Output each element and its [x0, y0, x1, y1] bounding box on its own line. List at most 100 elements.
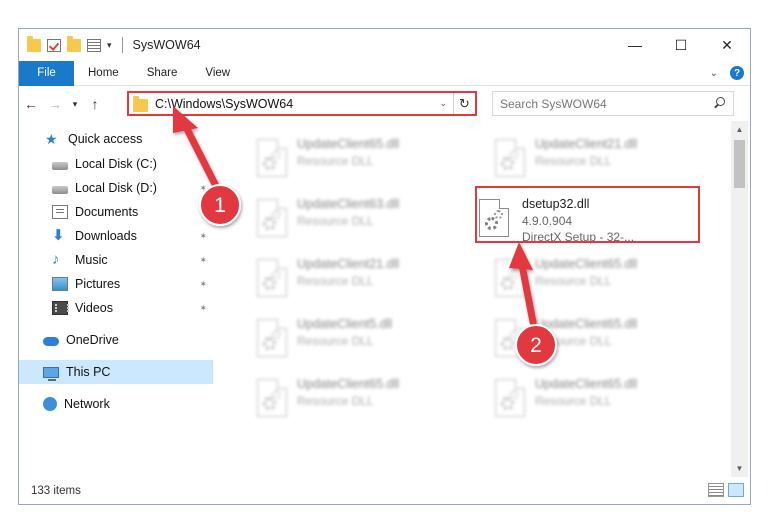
sidebar-item-videos[interactable]: Videos ✶ [19, 296, 213, 320]
sidebar-item-label: Quick access [68, 132, 143, 146]
pin-icon[interactable]: ✶ [199, 183, 207, 194]
tab-share[interactable]: Share [133, 61, 192, 86]
dll-file-icon [257, 259, 287, 297]
file-tile[interactable]: UpdateClient21.dll Resource DLL [231, 249, 461, 305]
dll-file-icon [495, 319, 525, 357]
file-tile[interactable]: UpdateClient65.dll Resource DLL [469, 249, 699, 305]
tiles-view-icon[interactable] [728, 483, 744, 497]
properties-check-icon[interactable] [47, 38, 61, 52]
navigation-bar: ← → ▾ ↑ C:\Windows\SysWOW64 ⌄ ↻ Search S… [19, 87, 750, 121]
sidebar-item-this-pc[interactable]: This PC [19, 360, 213, 384]
file-description: Resource DLL [297, 154, 374, 168]
scroll-up-icon[interactable]: ▲ [731, 121, 748, 138]
customize-toolbar-icon[interactable]: ▾ [107, 40, 112, 51]
file-tile[interactable]: UpdateClient5.dll Resource DLL [231, 309, 461, 365]
file-tile[interactable]: UpdateClient65.dll Resource DLL [231, 369, 461, 425]
sidebar-item-label: Videos [75, 301, 113, 315]
title-bar: ▾ SysWOW64 — ☐ ✕ [19, 29, 750, 61]
file-tile[interactable]: UpdateClient65.dll Resource DLL [469, 309, 699, 365]
details-view-icon[interactable] [708, 483, 724, 497]
expand-ribbon-icon[interactable]: ⌄ [710, 68, 718, 79]
pictures-icon [52, 277, 68, 291]
view-toggle [708, 483, 744, 497]
up-arrow-icon[interactable]: ↑ [83, 96, 107, 112]
pin-icon[interactable]: ✶ [199, 303, 207, 314]
file-highlight-box [475, 186, 700, 243]
minimize-button[interactable]: — [612, 29, 658, 61]
scroll-down-icon[interactable]: ▼ [731, 460, 748, 477]
dll-file-icon [495, 139, 525, 177]
file-name: UpdateClient65.dll [535, 377, 638, 391]
sidebar-item-quick-access[interactable]: ★ Quick access [19, 127, 213, 151]
dll-file-icon [495, 259, 525, 297]
dll-file-icon [495, 379, 525, 417]
file-description: Resource DLL [535, 394, 612, 408]
search-input[interactable]: Search SysWOW64 [500, 97, 711, 111]
status-bar: 133 items [19, 477, 750, 504]
file-description: Resource DLL [535, 154, 612, 168]
file-name: UpdateClient65.dll [297, 377, 400, 391]
explorer-window: ▾ SysWOW64 — ☐ ✕ File Home Share View ⌄ … [18, 28, 751, 505]
sidebar-item-onedrive[interactable]: OneDrive [19, 328, 213, 352]
pin-icon[interactable]: ✶ [199, 231, 207, 242]
file-description: Resource DLL [297, 394, 374, 408]
forward-arrow-icon[interactable]: → [43, 96, 67, 112]
pin-icon[interactable]: ✶ [199, 279, 207, 290]
window-controls: — ☐ ✕ [612, 29, 750, 61]
tab-file[interactable]: File [19, 60, 74, 86]
help-icon[interactable]: ? [730, 66, 744, 80]
sidebar-item-documents[interactable]: Documents ✶ [19, 200, 213, 224]
vertical-scrollbar[interactable]: ▲ ▼ [731, 121, 748, 477]
file-tile[interactable]: UpdateClient65.dll Resource DLL [231, 129, 461, 185]
documents-icon [52, 205, 68, 219]
scroll-thumb[interactable] [734, 140, 745, 188]
file-name: UpdateClient21.dll [535, 137, 638, 151]
sidebar-item-music[interactable]: ♪ Music ✶ [19, 248, 213, 272]
search-box[interactable]: Search SysWOW64 [492, 91, 734, 116]
item-count: 133 items [31, 485, 81, 497]
address-history-chevron-icon[interactable]: ⌄ [439, 98, 447, 109]
sidebar-item-label: Documents [75, 205, 139, 219]
pin-icon[interactable]: ✶ [199, 255, 207, 266]
file-description: Resource DLL [297, 214, 374, 228]
divider [121, 37, 123, 53]
new-folder-icon[interactable] [67, 35, 81, 52]
sidebar-item-label: This PC [66, 365, 111, 379]
file-description: Resource DLL [297, 274, 374, 288]
pin-icon[interactable]: ✶ [199, 207, 207, 218]
sidebar-item-local-disk-d[interactable]: Local Disk (D:) ✶ [19, 176, 213, 200]
tab-view[interactable]: View [191, 61, 244, 86]
computer-icon [43, 366, 59, 381]
search-icon[interactable] [711, 96, 727, 112]
dll-file-icon [257, 379, 287, 417]
recent-locations-chevron-icon[interactable]: ▾ [67, 99, 83, 110]
file-tile[interactable]: UpdateClient21.dll Resource DLL [469, 129, 699, 185]
back-arrow-icon[interactable]: ← [19, 96, 43, 112]
properties-icon[interactable] [87, 38, 101, 52]
folder-icon [27, 35, 41, 52]
network-icon [43, 397, 57, 411]
star-icon: ★ [45, 131, 58, 147]
sidebar-item-network[interactable]: Network [19, 392, 213, 416]
address-path[interactable]: C:\Windows\SysWOW64 [155, 97, 439, 111]
sidebar-item-downloads[interactable]: ⬇ Downloads ✶ [19, 224, 213, 248]
file-name: UpdateClient65.dll [535, 317, 638, 331]
file-tile[interactable]: UpdateClient65.dll Resource DLL [469, 369, 699, 425]
sidebar-item-label: Downloads [75, 229, 137, 243]
maximize-button[interactable]: ☐ [658, 29, 704, 61]
file-tile[interactable]: UpdateClient63.dll Resource DLL [231, 189, 461, 245]
refresh-icon[interactable]: ↻ [453, 93, 475, 114]
sidebar-item-label: OneDrive [66, 333, 119, 347]
sidebar-item-pictures[interactable]: Pictures ✶ [19, 272, 213, 296]
file-name: UpdateClient21.dll [297, 257, 400, 271]
file-list: UpdateClient65.dll Resource DLL UpdateCl… [217, 121, 731, 477]
tab-home[interactable]: Home [74, 61, 133, 86]
address-bar[interactable]: C:\Windows\SysWOW64 ⌄ ↻ [127, 91, 477, 116]
pin-icon[interactable]: ✶ [199, 159, 207, 170]
file-description: Resource DLL [535, 334, 612, 348]
music-icon: ♪ [52, 251, 60, 268]
drive-icon [52, 186, 68, 194]
file-name: UpdateClient65.dll [297, 137, 400, 151]
sidebar-item-local-disk-c[interactable]: Local Disk (C:) ✶ [19, 152, 213, 176]
close-button[interactable]: ✕ [704, 29, 750, 61]
